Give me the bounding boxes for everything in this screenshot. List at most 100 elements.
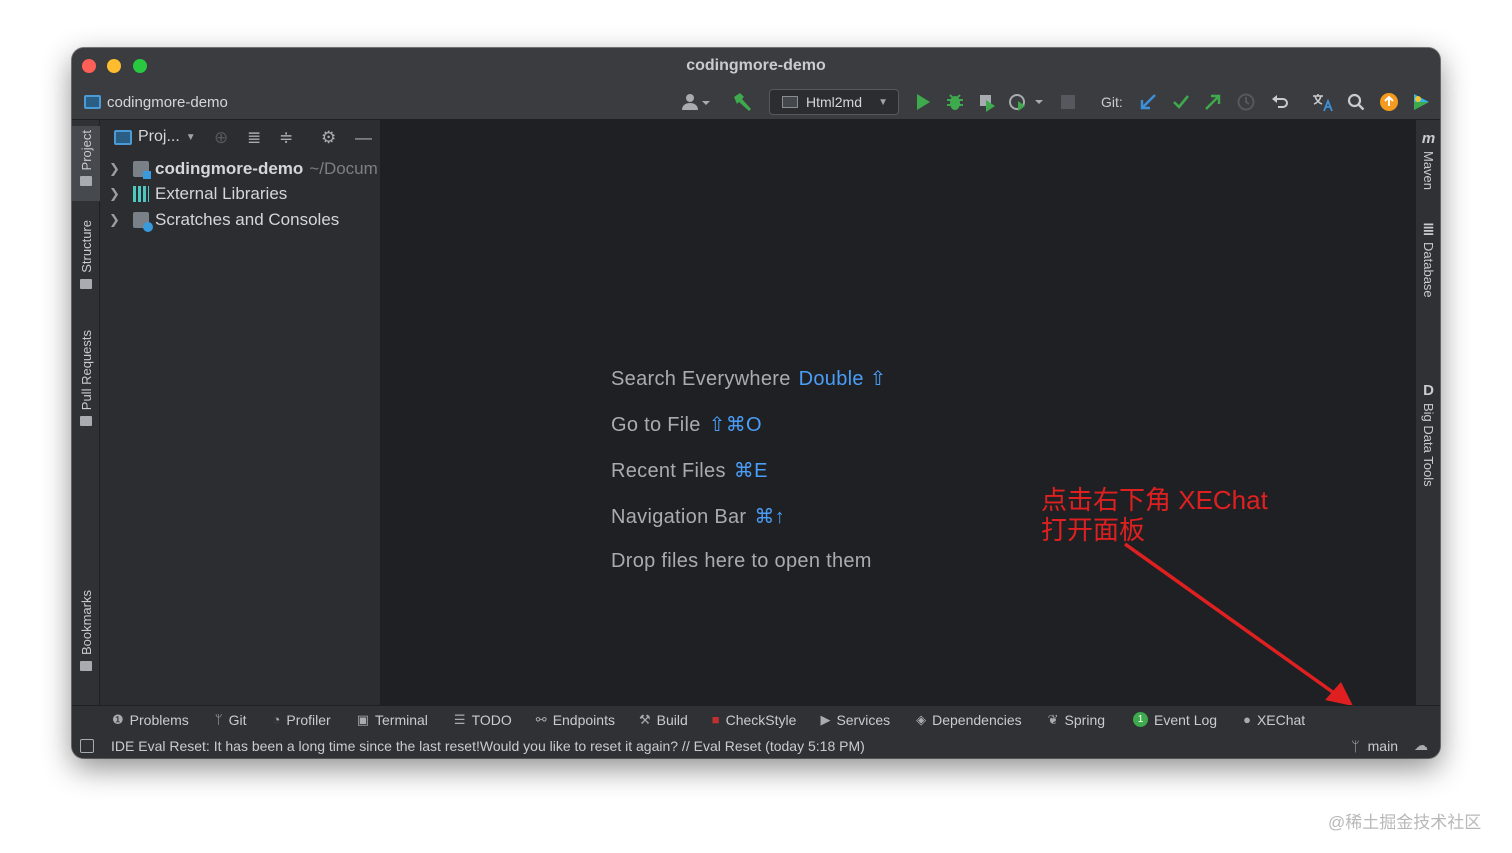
run-configuration-select[interactable]: Html2md ▼ (769, 89, 899, 115)
hint-shortcut: ⌘↑ (754, 506, 785, 528)
project-breadcrumb-label: codingmore-demo (107, 93, 228, 111)
tool-checkstyle[interactable]: ■ CheckStyle (712, 712, 797, 728)
annotation-text: 点击右下角 XEChat 打开面板 (1041, 485, 1268, 545)
folder-icon (80, 176, 92, 187)
project-breadcrumb[interactable]: codingmore-demo (84, 84, 228, 120)
stop-icon[interactable] (1056, 84, 1080, 120)
tab-maven-label: Maven (1421, 151, 1436, 191)
tool-terminal[interactable]: ▣ Terminal (357, 712, 428, 728)
hint-label: Go to File (611, 414, 701, 436)
status-message[interactable]: IDE Eval Reset: It has been a long time … (111, 738, 865, 754)
editor-area[interactable]: Search Everywhere Double ⇧ Go to File ⇧⌘O … (381, 120, 1415, 706)
hammer-icon: ⚒ (638, 711, 651, 727)
branch-icon: ᛘ (214, 712, 223, 727)
tool-checkstyle-label: CheckStyle (725, 711, 797, 728)
chevron-right-icon[interactable]: ❯ (109, 161, 123, 177)
tab-pull-requests-label: Pull Requests (78, 330, 94, 411)
tool-todo[interactable]: ☰ TODO (454, 712, 512, 728)
layers-icon: ◈ (916, 711, 927, 727)
git-rollback-icon[interactable] (1268, 84, 1292, 120)
tab-project[interactable]: Project (72, 126, 100, 201)
gear-icon[interactable]: ⚙ (321, 128, 336, 148)
endpoints-icon: ⚯ (535, 711, 547, 727)
tool-terminal-label: Terminal (375, 711, 428, 728)
project-panel-title: Proj... (138, 128, 180, 145)
tool-window-bar: ❶ Problems ᛘ Git ◔ Profiler ▣ Terminal ☰… (72, 705, 1440, 733)
terminal-icon: ▣ (356, 711, 370, 727)
tab-structure[interactable]: Structure (72, 220, 100, 310)
library-icon (133, 186, 149, 202)
tab-bookmarks[interactable]: Bookmarks (72, 590, 100, 690)
annotation-arrow (1123, 542, 1353, 706)
database-icon: ≣ (1422, 221, 1435, 238)
left-tool-stripe: Project Structure Pull Requests Bookmark… (72, 120, 100, 705)
git-commit-icon[interactable] (1169, 84, 1193, 120)
debug-icon[interactable] (942, 84, 968, 120)
tab-big-data-tools-label: Big Data Tools (1421, 403, 1436, 487)
annotation-line-1: 点击右下角 XEChat (1041, 485, 1268, 515)
locate-icon[interactable]: ⊕ (214, 128, 228, 148)
tool-spring[interactable]: ❦ Spring (1048, 712, 1105, 728)
checkstyle-icon: ■ (711, 712, 720, 727)
tool-git[interactable]: ᛘ Git (215, 712, 247, 728)
tab-project-label: Project (78, 130, 94, 171)
tree-item-project-root[interactable]: ❯ codingmore-demo ~/Docum (100, 156, 378, 182)
bookmark-icon (80, 661, 92, 672)
tool-problems[interactable]: ❶ Problems (112, 712, 189, 728)
scratches-icon (133, 212, 153, 232)
tab-database[interactable]: ≣ Database (1416, 220, 1440, 298)
build-hammer-icon[interactable] (728, 84, 756, 120)
status-right: ᛘ main ☁ (1351, 733, 1428, 758)
tree-item-external-libraries[interactable]: ❯ External Libraries (100, 181, 287, 207)
expand-all-icon[interactable]: ≣ (247, 128, 261, 148)
account-icon[interactable] (678, 84, 714, 120)
tool-build-label: Build (656, 711, 688, 728)
git-update-icon[interactable] (1136, 84, 1160, 120)
project-folder-icon (84, 95, 101, 109)
tool-build[interactable]: ⚒ Build (639, 712, 688, 728)
memory-indicator-icon[interactable]: ☁ (1414, 737, 1428, 754)
tab-big-data-tools[interactable]: D Big Data Tools (1416, 382, 1440, 487)
tab-bookmarks-label: Bookmarks (78, 590, 94, 656)
tool-dependencies[interactable]: ◈ Dependencies (916, 712, 1022, 728)
project-view-selector[interactable]: Proj... ▼ (100, 120, 380, 154)
tool-endpoints-label: Endpoints (552, 711, 615, 728)
run-icon[interactable] (910, 84, 936, 120)
hint-label: Search Everywhere (611, 368, 791, 390)
collapse-all-icon[interactable]: ≑ (279, 128, 293, 148)
module-folder-icon (133, 161, 151, 179)
tool-endpoints[interactable]: ⚯ Endpoints (536, 712, 615, 728)
tree-item-scratches[interactable]: ❯ Scratches and Consoles (100, 207, 339, 233)
tool-xechat[interactable]: ● XEChat (1243, 712, 1305, 728)
search-icon[interactable] (1344, 84, 1368, 120)
tool-services[interactable]: ▶ Services (820, 712, 890, 728)
maven-icon: m (1421, 130, 1436, 147)
git-history-icon[interactable] (1234, 84, 1258, 120)
event-log-badge: 1 (1133, 712, 1149, 727)
chevron-right-icon[interactable]: ❯ (109, 186, 123, 202)
ide-update-icon[interactable] (1377, 84, 1401, 120)
pull-request-icon (80, 416, 92, 427)
chevron-right-icon[interactable]: ❯ (109, 212, 123, 228)
hint-navigation-bar: Navigation Bar ⌘↑ (611, 504, 785, 529)
profile-icon[interactable] (1006, 84, 1046, 120)
git-push-icon[interactable] (1201, 84, 1225, 120)
tool-spring-label: Spring (1064, 711, 1106, 728)
tool-problems-label: Problems (129, 711, 189, 728)
hint-shortcut: ⇧⌘O (708, 414, 762, 436)
hide-panel-icon[interactable]: — (355, 128, 372, 148)
tool-event-log[interactable]: 1 Event Log (1133, 712, 1217, 728)
config-icon (782, 96, 798, 108)
chat-icon: ● (1243, 712, 1251, 727)
title-bar: codingmore-demo (72, 48, 1440, 84)
translate-icon[interactable] (1310, 84, 1336, 120)
tool-profiler-label: Profiler (286, 711, 331, 728)
git-branch-widget[interactable]: main (1368, 738, 1398, 754)
hint-label: Navigation Bar (611, 506, 747, 528)
code-with-me-icon[interactable] (1409, 84, 1433, 120)
tab-pull-requests[interactable]: Pull Requests (72, 330, 100, 450)
tab-maven[interactable]: m Maven (1416, 130, 1440, 190)
toggle-tool-windows-icon[interactable] (80, 738, 94, 753)
tool-profiler[interactable]: ◔ Profiler (273, 712, 331, 728)
coverage-icon[interactable] (974, 84, 1000, 120)
